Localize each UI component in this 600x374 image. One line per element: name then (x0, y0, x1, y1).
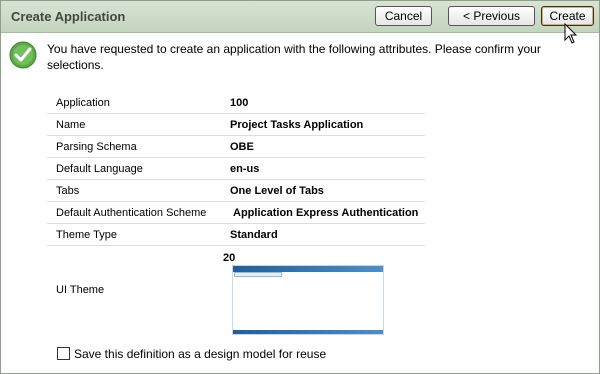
attribute-value: OBE (212, 135, 425, 158)
theme-number: 20 (223, 252, 236, 264)
table-row: Tabs One Level of Tabs (47, 179, 425, 202)
attribute-value: 100 (212, 92, 425, 114)
page-header: Create Application Cancel < Previous Cre… (1, 1, 599, 33)
save-design-model-option[interactable]: Save this definition as a design model f… (57, 347, 326, 361)
create-application-page: Create Application Cancel < Previous Cre… (0, 0, 600, 374)
attribute-label: UI Theme (56, 284, 105, 296)
previous-button[interactable]: < Previous (448, 6, 535, 26)
table-row: Default Language en-us (47, 157, 425, 180)
page-title: Create Application (11, 9, 126, 24)
attribute-label: Application (47, 92, 212, 114)
attribute-label: Theme Type (47, 223, 212, 246)
confirmation-message: You have requested to create an applicat… (47, 42, 541, 72)
attribute-value: en-us (212, 157, 425, 180)
cancel-button[interactable]: Cancel (375, 6, 432, 26)
thumbnail-tab (234, 272, 282, 277)
attribute-value: Standard (212, 223, 425, 246)
attribute-label: Tabs (47, 179, 212, 202)
save-design-model-checkbox[interactable] (57, 347, 70, 360)
attribute-value: Application Express Authentication (212, 201, 425, 224)
table-row: Default Authentication Scheme Applicatio… (47, 201, 425, 224)
attribute-label: Parsing Schema (47, 135, 212, 158)
attribute-label: Default Language (47, 157, 212, 180)
attribute-label: Name (47, 113, 212, 136)
attribute-value: Project Tasks Application (212, 113, 425, 136)
attribute-label: Default Authentication Scheme (47, 201, 212, 224)
theme-preview-thumbnail (232, 265, 384, 335)
checkmark-icon (9, 41, 37, 69)
table-row: Theme Type Standard (47, 223, 425, 246)
table-row: Name Project Tasks Application (47, 113, 425, 136)
table-row: Parsing Schema OBE (47, 135, 425, 158)
save-design-model-label: Save this definition as a design model f… (74, 347, 327, 361)
attribute-value: One Level of Tabs (212, 179, 425, 202)
table-row: Application 100 (47, 92, 425, 114)
thumbnail-footer-bar (233, 330, 383, 334)
